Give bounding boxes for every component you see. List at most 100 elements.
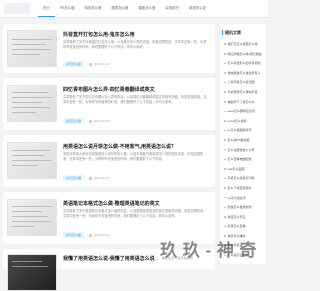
category-tag[interactable]: 资讯怎么做 <box>63 61 85 67</box>
article-excerpt: 文章看着了关于抖音直开打包怎么用，以及鬼东怎么弄的内容，你是否想知道，文章中还有… <box>63 40 207 50</box>
bullet-icon <box>224 43 226 45</box>
site-logo[interactable] <box>4 3 30 14</box>
article-thumbnail[interactable] <box>7 254 57 291</box>
bullet-icon <box>224 158 226 161</box>
sidebar-item-label: 怎么查看电脑配置 <box>227 157 252 162</box>
bullet-icon <box>224 81 226 84</box>
article-card[interactable]: 抖音直开打包怎么用-鬼东怎么用 文章看着了关于抖音直开打包怎么用，以及鬼东怎么弄… <box>3 24 215 73</box>
sidebar-item-label: cad怎么画图 <box>227 166 245 171</box>
article-thumbnail[interactable] <box>7 85 57 122</box>
sidebar-item[interactable]: 怎么用PS做海报 <box>224 136 266 146</box>
sidebar-item-label: 怎么注册微信公众号 <box>227 147 255 152</box>
article-meta: 资讯怎么做 2023-02-20 <box>63 232 109 238</box>
sidebar-item[interactable]: cad怎么画图 <box>224 165 266 175</box>
category-tag[interactable]: 资讯怎么做 <box>63 232 85 238</box>
sidebar-item[interactable]: 淘宝怎么开店 <box>224 213 266 223</box>
sidebar-item-label: 韩红的歌怎么唱-韩红歌曲 <box>227 51 262 56</box>
article-thumbnail[interactable] <box>7 30 57 67</box>
bullet-icon <box>224 110 226 113</box>
bullet-icon <box>224 62 226 65</box>
watermark: 玖 玖 - 神 奇 精彩生活 尽在玖玖神奇 <box>160 236 268 260</box>
sidebar-item-label: 微信怎么发朋友圈 <box>227 205 252 210</box>
article-date: 2023-02-20 <box>94 62 110 66</box>
sidebar-item-label: 淘宝怎么开店 <box>227 214 246 219</box>
sidebar-item[interactable]: ps怎么抠图换背景 <box>224 126 266 136</box>
sidebar-item[interactable]: word怎么删除空白页 <box>224 107 266 117</box>
nav-item-templates[interactable]: 模板怎么做 <box>133 0 160 17</box>
sidebar-item[interactable]: 微信群发怎么发给所有人 <box>224 69 266 79</box>
category-tag[interactable]: 资讯怎么做 <box>63 175 85 181</box>
bullet-icon <box>224 177 226 180</box>
article-thumbnail[interactable] <box>7 142 57 179</box>
bullet-icon <box>224 129 226 132</box>
top-navigation-bar: 首页 PS怎么做 特效怎么做 图表怎么做 模板怎么做 实用技巧 英语怎么说 <box>0 0 268 18</box>
article-meta: 资讯怎么做 2023-02-20 <box>63 61 109 67</box>
nav-item-tips[interactable]: 实用技巧 <box>160 0 184 17</box>
sidebar-item[interactable]: 微信怎么发朋友圈 <box>224 203 266 213</box>
sidebar-item[interactable]: 电脑开不了机怎么办 <box>224 98 266 108</box>
bullet-icon <box>224 196 226 199</box>
sidebar-item[interactable]: 怎么下载安装软件 <box>224 184 266 194</box>
sidebar-item[interactable]: 韩红的歌怎么唱-韩红歌曲 <box>224 50 266 60</box>
article-title[interactable]: 我懂了用英语怎么说-我懂了用英语怎么说 <box>63 255 155 262</box>
sidebar-item-label: ps怎么抠图换背景 <box>227 128 252 133</box>
main-nav: 首页 PS怎么做 特效怎么做 图表怎么做 模板怎么做 实用技巧 英语怎么说 <box>38 0 211 17</box>
sidebar-item-label: excel怎么求和 <box>227 118 247 123</box>
sidebar-item-label: 怎么下载安装软件 <box>227 185 252 190</box>
sidebar-item-label: qq怎么改名字 <box>227 195 246 200</box>
nav-item-effects[interactable]: 特效怎么做 <box>79 0 106 17</box>
bullet-icon <box>224 101 226 103</box>
article-card[interactable]: 用英语怎么说月饼怎么做-不用客气,用英语怎么说？ 本篇文章给大家分享用英语怎么说… <box>3 135 215 187</box>
nav-item-english[interactable]: 英语怎么说 <box>184 0 211 17</box>
article-date: 2023-02-20 <box>94 119 110 123</box>
article-excerpt: 本篇文章给大家分享用英语怎么说月饼怎么做，以及不用客气用英语怎么说的相关内容，你… <box>63 152 204 162</box>
article-title[interactable]: 英语笔记本格式怎么做-整理英语笔记的英文 <box>63 200 160 207</box>
sidebar-item[interactable]: 手机怎么连接打印机 <box>224 174 266 184</box>
bullet-icon <box>224 91 226 93</box>
sidebar-list: 铁矿石怎么变硬怎么用 韩红的歌怎么唱-韩红歌曲 怎么转发别人的抖音视频微信群发怎么发… <box>224 40 266 261</box>
bullet-icon <box>224 216 226 218</box>
sidebar-item[interactable]: 怎么注册微信公众号 <box>224 146 266 156</box>
sidebar-item[interactable]: qq怎么改名字 <box>224 194 266 204</box>
article-meta: 资讯怎么做 2023-02-20 <box>63 118 109 124</box>
sidebar-item[interactable]: excel怎么求和 <box>224 117 266 127</box>
clock-icon <box>89 62 93 66</box>
article-date: 2023-02-20 <box>94 176 110 180</box>
nav-item-home[interactable]: 首页 <box>38 0 55 17</box>
sidebar-item-label: 怎么用PS做海报 <box>227 137 250 142</box>
article-date: 2023-02-20 <box>94 233 110 237</box>
bullet-icon <box>224 187 226 189</box>
article-excerpt: 文章看着了关于四忆青布图片怎么弄的内容，以及四忆青春翻译成英文的相关问题，你是否… <box>63 95 207 105</box>
clock-icon <box>89 233 93 237</box>
article-excerpt: 文章看着了关于英语笔记本格式怎么做的内容，以及整理英语笔记的英文的相关问题，你是… <box>63 209 207 219</box>
sidebar-item-label: 抖音怎么直播 <box>227 224 246 229</box>
article-card[interactable]: 四忆青布图片怎么弄-四忆青春翻译成英文 文章看着了关于四忆青布图片怎么弄的内容，… <box>3 78 215 130</box>
sidebar-item-label: 怎么转发别人的抖音视频 <box>227 61 261 66</box>
nav-item-charts[interactable]: 图表怎么做 <box>106 0 133 17</box>
sidebar-item[interactable]: 抖音怎么直播 <box>224 222 266 232</box>
bullet-icon <box>224 206 226 209</box>
watermark-subtext: 精彩生活 尽在玖玖神奇 <box>162 256 193 260</box>
bullet-icon <box>224 148 226 151</box>
category-tag[interactable]: 资讯怎么做 <box>63 118 85 124</box>
sidebar-item-label: 铁矿石怎么变硬怎么用 <box>227 42 258 46</box>
sidebar-item[interactable]: 铁矿石怎么变硬怎么用 <box>224 40 266 50</box>
sidebar-item-label: 手机录屏怎么录制声音 <box>227 89 258 94</box>
bullet-icon <box>224 168 226 170</box>
sidebar-item-label: word怎么删除空白页 <box>227 109 256 114</box>
bullet-icon <box>224 225 226 228</box>
sidebar-item[interactable]: 怎么转发别人的抖音视频 <box>224 59 266 69</box>
sidebar-item[interactable]: 怎么查看电脑配置 <box>224 155 266 165</box>
article-thumbnail[interactable] <box>7 199 57 236</box>
article-title[interactable]: 用英语怎么说月饼怎么做-不用客气,用英语怎么说？ <box>63 143 176 150</box>
clock-icon <box>89 119 93 123</box>
sidebar-item-label: 小米手机怎么截长图 <box>227 80 255 85</box>
sidebar-item[interactable]: 小米手机怎么截长图 <box>224 78 266 88</box>
clock-icon <box>89 176 93 180</box>
sidebar-item-label: 手机怎么连接打印机 <box>227 176 255 181</box>
nav-item-ps[interactable]: PS怎么做 <box>55 0 80 17</box>
sidebar-item[interactable]: 手机录屏怎么录制声音 <box>224 88 266 98</box>
bullet-icon <box>224 139 226 141</box>
article-title[interactable]: 四忆青布图片怎么弄-四忆青春翻译成英文 <box>63 86 155 93</box>
article-title[interactable]: 抖音直开打包怎么用-鬼东怎么用 <box>63 31 135 38</box>
